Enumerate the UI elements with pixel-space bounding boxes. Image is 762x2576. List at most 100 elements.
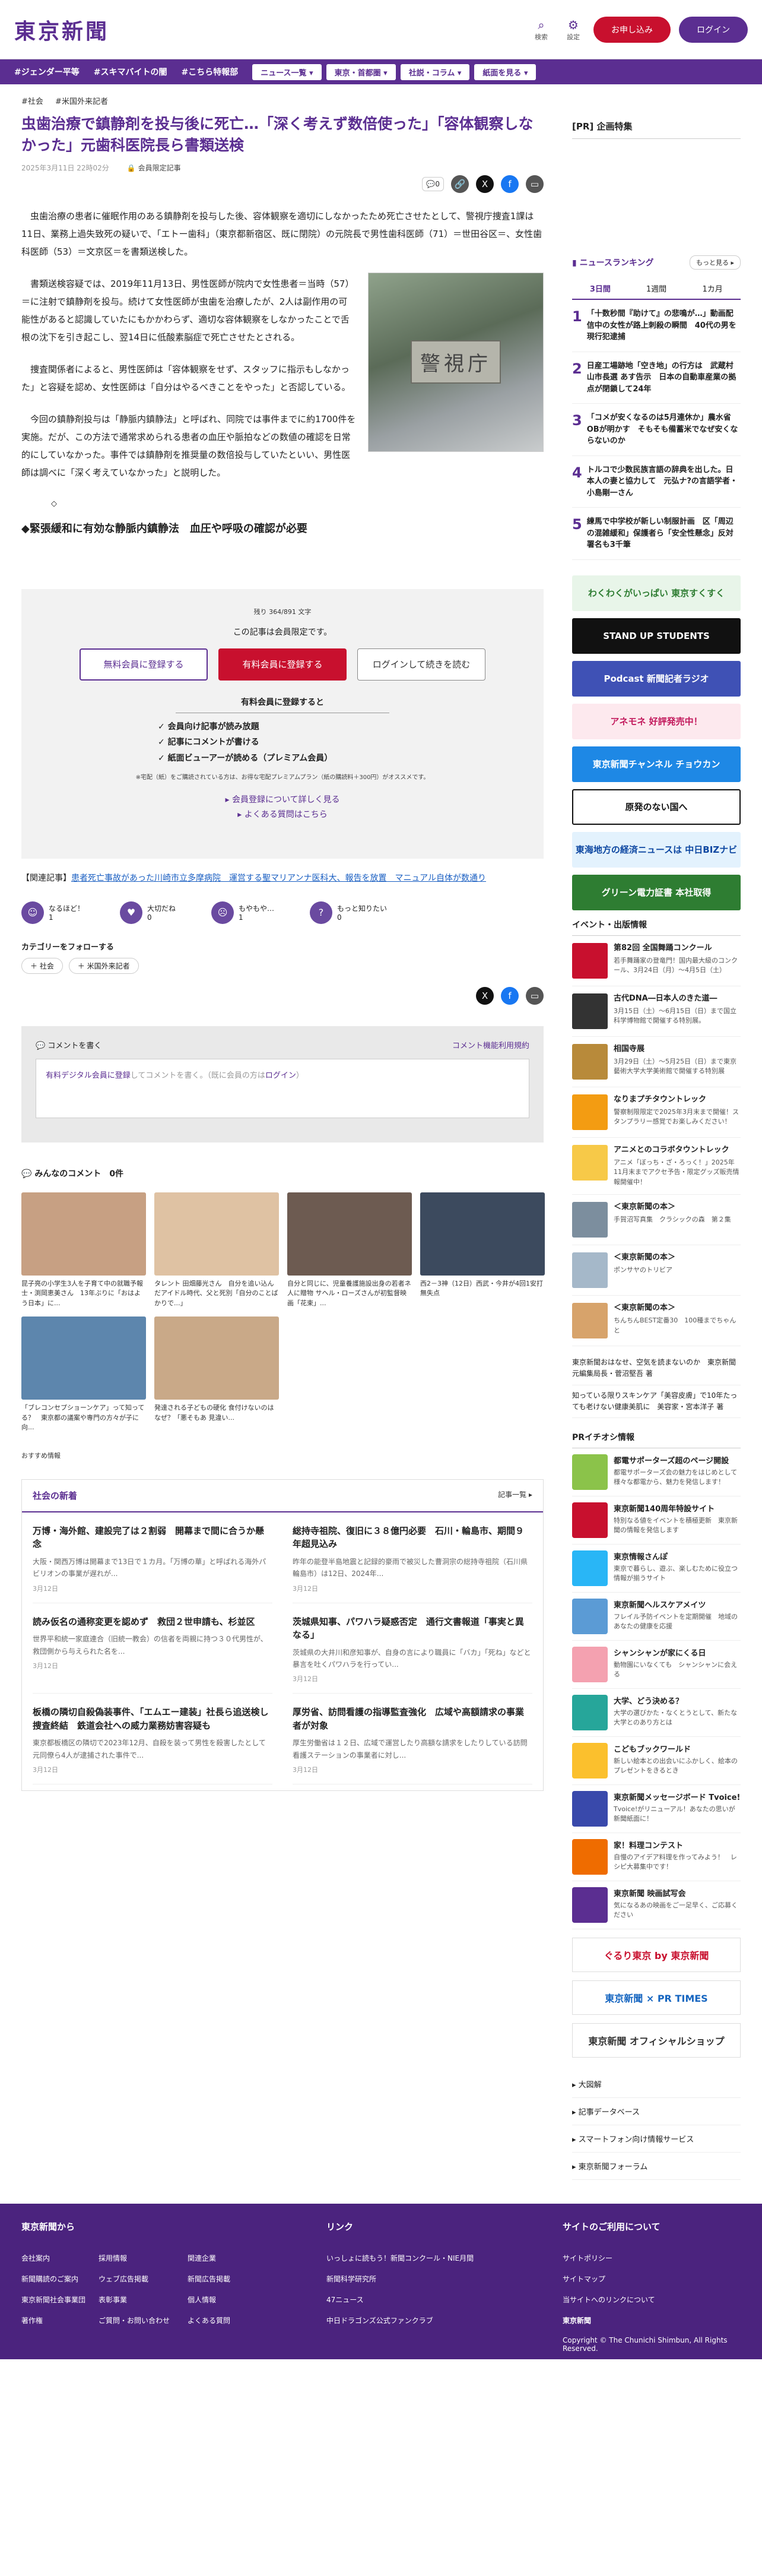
event-item[interactable]: アニメとのコラボタウントレック アニメ「ぼっち・ざ・ろっく！」2025年11月末ま… <box>572 1138 741 1195</box>
news-item[interactable]: 万博・海外館、建設完了は２割弱 開幕まで間に合うか懸念 大阪・関西万博は開幕まで1… <box>33 1512 272 1603</box>
news-item[interactable]: 総持寺祖院、復旧に３８億円必要 石川・輪島市、期間９年超見込み 昨年の能登半島地震… <box>293 1512 532 1603</box>
event-item[interactable]: ＜東京新聞の本＞ ちんちんBEST定番30 100種までちゃんと <box>572 1296 741 1347</box>
ranking-item[interactable]: 4 トルコで少数民族言語の辞典を出した。日本人の妻と協力して 元弘ナ?の言語学者・… <box>572 456 741 508</box>
footer-link[interactable]: 関連企業 <box>188 2253 288 2263</box>
digital-register-link[interactable]: 有料デジタル会員に登録 <box>46 1071 131 1080</box>
nav-dropdown[interactable]: 東京・首都圏 ▾ <box>326 64 396 80</box>
paid-register-button[interactable]: 有料会員に登録する <box>218 648 347 681</box>
reaction-button[interactable]: ☺ なるほど！ 1 <box>21 901 84 924</box>
footer-link[interactable]: サイトマップ <box>563 2274 741 2284</box>
book-link[interactable]: 東京新聞おはなせ、空気を読まないのか 東京新聞元編集局長・菅沼堅吾 著 <box>572 1352 741 1385</box>
faq-link[interactable]: ▸ よくある質問はこちら <box>43 808 522 822</box>
footer-link[interactable]: 47ニュース <box>326 2295 474 2305</box>
event-item[interactable]: 第82回 全国舞踊コンクール 若手舞踊家の登竜門！国内最大級のコンクール、3月24… <box>572 936 741 986</box>
sidebar-banner[interactable]: STAND UP STUDENTS <box>572 618 741 654</box>
book-link[interactable]: 知っている限りスキンケア「美容皮膚」で10年たっても老けない健康美肌に 美容家・… <box>572 1385 741 1418</box>
bookmark-icon[interactable]: ▭ <box>526 986 544 1005</box>
follow-chip[interactable]: ＋ 米国外来記者 <box>68 957 139 974</box>
site-logo[interactable]: 東京新聞 <box>14 14 109 45</box>
sidebar-banner[interactable]: 東京新聞チャンネル チョウカン <box>572 746 741 782</box>
footer-link[interactable]: 表彰事業 <box>99 2295 188 2305</box>
reaction-button[interactable]: ☹ もやもや… 1 <box>211 901 274 924</box>
nav-hashtag[interactable]: #スキマバイトの闇 <box>94 66 167 78</box>
footer-link[interactable]: ご質問・お問い合わせ <box>99 2315 188 2325</box>
recommend-card[interactable]: 自分と同じに、児童養護施設出身の若者ネ人に贈物 サヘル・ローズさんが初監督映画「… <box>287 1192 412 1309</box>
nav-dropdown[interactable]: 社説・コラム ▾ <box>400 64 470 80</box>
nav-hashtag[interactable]: #こちら特報部 <box>181 66 238 78</box>
bookmark-icon[interactable]: ▭ <box>526 175 544 193</box>
footer-link[interactable]: 著作権 <box>21 2315 99 2325</box>
gururi-tokyo-banner[interactable]: ぐるり東京 by 東京新聞 <box>572 1937 741 1972</box>
sidebar-banner[interactable]: わくわくがいっぱい 東京すくすく <box>572 575 741 611</box>
news-item[interactable]: 茨城県知事、パワハラ疑惑否定 通行文書報道「事実と異なる」 茨城県の大井川和彦知事… <box>293 1603 532 1694</box>
service-link[interactable]: ▸ 記事データベース <box>572 2098 741 2125</box>
follow-chip[interactable]: ＋ 社会 <box>21 957 63 974</box>
tab-1week[interactable]: 1週間 <box>628 278 685 299</box>
related-link[interactable]: 患者死亡事故があった川崎市立多摩病院 運営する聖マリアンナ医科大、報告を放置 マ… <box>71 874 486 883</box>
ranking-item[interactable]: 1 「十数秒間『助けて』の悲鳴が…」動画配信中の女性が路上刺殺の瞬間 40代の男を… <box>572 300 741 352</box>
footer-link[interactable]: 新聞科学研究所 <box>326 2274 474 2284</box>
pr-item[interactable]: 東京新聞メッセージボード Tvoice! Tvoice!がリニューアル！あなたの思… <box>572 1785 741 1833</box>
footer-link[interactable]: 東京新聞社会事業団 <box>21 2295 99 2305</box>
settings-button[interactable]: ⚙ 設定 <box>561 18 585 42</box>
event-item[interactable]: ＜東京新聞の本＞ ポンサヤのトリビア <box>572 1245 741 1296</box>
x-share-icon[interactable]: X <box>476 986 494 1005</box>
pr-item[interactable]: 大学、どう決める？ 大学の選びかた・なくとうとして、新たな大学とのあり方とは <box>572 1689 741 1737</box>
login-button[interactable]: ログイン <box>679 16 748 43</box>
footer-link[interactable]: 採用情報 <box>99 2253 188 2263</box>
nav-dropdown[interactable]: 紙面を見る ▾ <box>474 64 536 80</box>
footer-link[interactable]: よくある質問 <box>188 2315 288 2325</box>
footer-link[interactable]: いっしょに読もう！新聞コンクール・NIE月間 <box>326 2253 474 2263</box>
reaction-button[interactable]: ♥ 大切だね 0 <box>120 901 176 924</box>
sidebar-banner[interactable]: 原発のない国へ <box>572 789 741 825</box>
footer-link[interactable]: 新聞購読のご案内 <box>21 2274 99 2284</box>
footer-link[interactable]: 新聞広告掲載 <box>188 2274 288 2284</box>
ranking-more-button[interactable]: もっと見る ▸ <box>689 255 741 270</box>
nav-hashtag[interactable]: #ジェンダー平等 <box>14 66 80 78</box>
footer-link[interactable]: サイトポリシー <box>563 2253 741 2263</box>
sidebar-banner[interactable]: グリーン電力証書 本社取得 <box>572 874 741 910</box>
register-button[interactable]: お申し込み <box>593 16 671 43</box>
service-link[interactable]: ▸ 東京新聞フォーラム <box>572 2153 741 2180</box>
pr-item[interactable]: シャンシャンが家にくる日 動物園にいなくても シャンシャンに会える <box>572 1641 741 1689</box>
pr-item[interactable]: 都電サポーターズ超のページ開設 都電サポーターズ会の魅力をはじめとして様々な都電か… <box>572 1448 741 1496</box>
prtimes-banner[interactable]: 東京新聞 × PR TIMES <box>572 1980 741 2015</box>
x-share-icon[interactable]: X <box>476 175 494 193</box>
facebook-share-icon[interactable]: f <box>501 986 519 1005</box>
recommend-card[interactable]: 「ブレコンセプショーンケア」って知ってる？ 東京都の議案や専門の方々が子に向..… <box>21 1317 146 1433</box>
service-link[interactable]: ▸ スマートフォン向け情報サービス <box>572 2125 741 2153</box>
facebook-share-icon[interactable]: f <box>501 175 519 193</box>
footer-logo[interactable]: 東京新聞 <box>563 2315 741 2325</box>
event-item[interactable]: ＜東京新聞の本＞ 手賀沼写真集 クラシックの森 第２集 <box>572 1195 741 1246</box>
reaction-button[interactable]: ? もっと知りたい 0 <box>310 901 387 924</box>
tag-link[interactable]: #米国外来記者 <box>55 97 108 106</box>
footer-link[interactable]: 当サイトへのリンクについて <box>563 2295 741 2305</box>
comment-count-button[interactable]: 💬 0 <box>422 176 444 191</box>
ranking-item[interactable]: 3 「コメが安くなるのは5月連休か」農水省OBが明かす そもそも備蓄米でなぜ安くな… <box>572 404 741 456</box>
recommend-card[interactable]: 西2－3神（12日）西武・今井が4回1安打無失点 <box>420 1192 545 1309</box>
recommend-card[interactable]: 発達される子どもの硬化 食付けないのはなぜ？「悪そもあ 見違い... <box>154 1317 279 1433</box>
news-item[interactable]: 読み仮名の通称変更を認めず 救団２世申請も、杉並区 世界平和統一家庭連合（旧統一教… <box>33 1603 272 1694</box>
event-item[interactable]: なりまプチタウントレック 警察制限限定で2025年3月末まで開催！スタンプラリー感… <box>572 1087 741 1138</box>
news-item[interactable]: 板橋の隣切自殺偽装事件、「エムエー建装」社長ら追送検し捜査終結 鉄道会社への威力… <box>33 1694 272 1785</box>
footer-link[interactable]: 中日ドラゴンズ公式ファンクラブ <box>326 2315 474 2325</box>
tag-link[interactable]: #社会 <box>21 97 43 106</box>
free-register-button[interactable]: 無料会員に登録する <box>80 648 208 681</box>
nav-dropdown[interactable]: ニュース一覧 ▾ <box>252 64 322 80</box>
news-item[interactable]: 厚労省、訪問看護の指導監査強化 広域や高額請求の事業者が対象 厚生労働省は１２日、… <box>293 1694 532 1785</box>
comment-input[interactable]: 有料デジタル会員に登録してコメントを書く。（既に会員の方はログイン） <box>36 1058 529 1118</box>
pr-item[interactable]: 東京情報さんぽ 東京で暮らし、遊ぶ、楽しむために役立つ情報が揃うサイト <box>572 1545 741 1593</box>
event-item[interactable]: 相国寺展 3月29日（土）〜5月25日（日）まで東京藝術大学大学美術館で開催する特… <box>572 1037 741 1087</box>
comment-login-link[interactable]: ログイン <box>265 1071 296 1080</box>
sidebar-banner[interactable]: Podcast 新聞記者ラジオ <box>572 660 741 697</box>
pr-item[interactable]: 家！料理コンテスト 自慢のアイデア料理を作ってみよう！ レシピ大募集中です！ <box>572 1833 741 1881</box>
tab-3days[interactable]: 3日間 <box>572 278 628 299</box>
comment-rules-link[interactable]: コメント機能利用規約 <box>452 1039 529 1050</box>
recommend-card[interactable]: タレント 田畑藤光さん 自分を追い込んだアイドル時代、父と死別「自分のことばかり… <box>154 1192 279 1309</box>
tab-1month[interactable]: 1カ月 <box>684 278 741 299</box>
search-button[interactable]: ⌕ 検索 <box>529 18 553 42</box>
sidebar-banner[interactable]: 東海地方の経済ニュースは 中日BIZナビ <box>572 831 741 868</box>
footer-link[interactable]: 会社案内 <box>21 2253 99 2263</box>
ranking-item[interactable]: 2 日産工場跡地「空き地」の行方は 武蔵村山市長選 あす告示 日本の自動車産業の拠… <box>572 352 741 404</box>
event-item[interactable]: 古代DNA―日本人のきた道― 3月15日（土）〜6月15日（日）まで国立科学博物館… <box>572 986 741 1037</box>
